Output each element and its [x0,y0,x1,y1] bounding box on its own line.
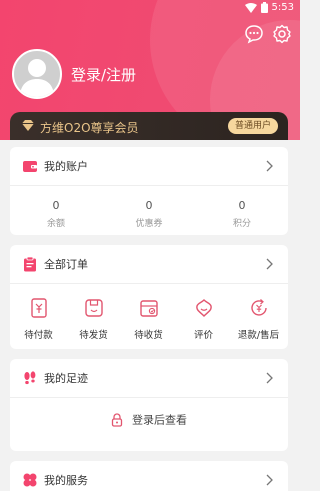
clipboard-icon [24,256,36,272]
footprints-row[interactable]: 我的足迹 [10,359,288,397]
refund-icon [250,299,267,316]
order-pending-receipt[interactable]: 待收货 [121,297,176,341]
chevron-right-icon [266,372,273,384]
battery-icon [260,2,268,13]
order-refund[interactable]: 退款/售后 [231,297,286,341]
balance-label: 余额 [46,219,65,229]
lock-icon [111,412,123,427]
coupon-value: 0 [145,199,153,212]
balance-stat[interactable]: 0 余额 [10,199,102,229]
chevron-right-icon [266,258,273,270]
all-orders-row[interactable]: 全部订单 [10,245,288,283]
order-label: 待发货 [79,330,108,341]
order-label: 待付款 [24,330,53,341]
vip-title: 方维O2O尊享会员 [40,121,139,135]
services-icon [23,473,37,487]
points-stat[interactable]: 0 积分 [196,199,288,229]
login-register-link[interactable]: 登录/注册 [71,64,136,85]
services-row[interactable]: 我的服务 [10,461,288,491]
divider [10,185,288,186]
vip-membership-banner[interactable]: 方维O2O尊享会员 普通用户 [10,112,288,140]
account-row[interactable]: 我的账户 [10,147,288,185]
coupon-label: 优惠券 [135,219,163,229]
order-label: 待收货 [134,330,163,341]
review-icon [195,299,212,317]
settings-icon[interactable] [272,24,292,44]
wallet-icon [23,161,37,172]
balance-value: 0 [52,199,60,212]
order-label: 退款/售后 [237,330,280,341]
profile-header: 5:53 登录/注册 方维O2O尊享会员 普通用户 [0,0,300,140]
membership-level-badge: 普通用户 [227,118,278,134]
status-time: 5:53 [271,2,294,13]
diamond-icon [22,120,34,131]
order-pending-payment[interactable]: 待付款 [11,297,66,341]
avatar[interactable] [12,49,62,99]
footprint-icon [24,371,36,385]
pending-shipment-icon [84,299,103,317]
pending-receipt-icon [139,300,158,317]
login-hint: 登录后查看 [132,413,188,427]
coupon-stat[interactable]: 0 优惠券 [103,199,195,229]
order-review[interactable]: 评价 [176,297,231,341]
default-user-icon [20,59,54,97]
services-title: 我的服务 [44,474,88,487]
divider [10,283,288,284]
orders-title: 全部订单 [44,258,88,271]
pending-payment-icon [30,298,47,318]
footprints-card: 我的足迹 登录后查看 [10,359,288,451]
orders-card: 全部订单 待付款 待发货 待收货 评价 退款/售后 [10,245,288,349]
message-icon[interactable] [244,24,264,44]
wifi-icon [244,2,257,13]
account-card: 我的账户 0 余额 0 优惠券 0 积分 [10,147,288,235]
login-to-view[interactable]: 登录后查看 [10,409,288,428]
points-label: 积分 [232,219,251,229]
footprints-title: 我的足迹 [44,372,88,385]
divider [10,397,288,398]
chevron-right-icon [266,160,273,172]
points-value: 0 [238,199,246,212]
status-bar: 5:53 [0,0,300,16]
order-label: 评价 [193,330,213,341]
order-pending-shipment[interactable]: 待发货 [66,297,121,341]
chevron-right-icon [266,474,273,486]
services-card: 我的服务 [10,461,288,491]
account-title: 我的账户 [44,160,88,173]
